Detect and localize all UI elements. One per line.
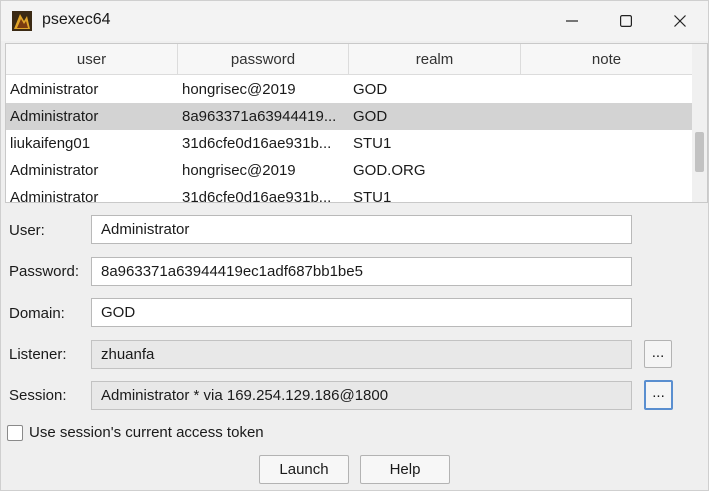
cell-realm: STU1	[353, 135, 392, 152]
cell-realm: GOD.ORG	[353, 162, 426, 179]
window-title: psexec64	[42, 11, 111, 28]
help-button[interactable]: Help	[360, 455, 450, 484]
table-row[interactable]: liukaifeng01 31d6cfe0d16ae931b... STU1	[6, 130, 692, 157]
listener-label: Listener:	[9, 346, 67, 363]
cell-password: 31d6cfe0d16ae931b...	[182, 189, 332, 203]
table-row[interactable]: Administrator 31d6cfe0d16ae931b... STU1	[6, 184, 692, 203]
cell-user: liukaifeng01	[10, 135, 91, 152]
use-token-checkbox[interactable]	[7, 425, 23, 441]
credentials-table[interactable]: user password realm note Administrator h…	[5, 43, 708, 203]
column-header-note[interactable]: note	[521, 44, 692, 75]
column-header-user[interactable]: user	[6, 44, 178, 75]
maximize-icon	[620, 15, 632, 27]
close-icon	[674, 15, 686, 27]
psexec-dialog: psexec64 user password realm note Admini…	[0, 0, 709, 491]
cell-note	[525, 184, 690, 202]
password-label: Password:	[9, 263, 80, 280]
app-icon	[12, 11, 32, 31]
cell-password: hongrisec@2019	[182, 162, 296, 179]
domain-label: Domain:	[9, 305, 65, 322]
maximize-button[interactable]	[603, 1, 649, 41]
cell-password: 31d6cfe0d16ae931b...	[182, 135, 332, 152]
cell-password: hongrisec@2019	[182, 81, 296, 98]
column-header-realm[interactable]: realm	[349, 44, 521, 75]
cell-note	[525, 76, 690, 103]
minimize-icon	[566, 20, 578, 22]
cell-user: Administrator	[10, 162, 99, 179]
use-token-label[interactable]: Use session's current access token	[29, 424, 264, 441]
minimize-button[interactable]	[549, 1, 595, 41]
table-row-selected[interactable]: Administrator 8a963371a63944419... GOD	[6, 103, 692, 130]
cell-note	[525, 103, 690, 130]
table-header: user password realm note	[6, 44, 692, 75]
cell-realm: GOD	[353, 108, 388, 125]
scrollbar-thumb[interactable]	[695, 132, 704, 172]
user-label: User:	[9, 222, 45, 239]
cell-password: 8a963371a63944419...	[182, 108, 337, 125]
session-label: Session:	[9, 387, 67, 404]
table-scrollbar[interactable]	[692, 44, 707, 202]
cell-user: Administrator	[10, 108, 99, 125]
cell-realm: STU1	[353, 189, 392, 203]
password-field[interactable]: 8a963371a63944419ec1adf687bb1be5	[91, 257, 632, 286]
cell-realm: GOD	[353, 81, 388, 98]
title-bar: psexec64	[1, 1, 708, 41]
cell-note	[525, 157, 690, 184]
table-row[interactable]: Administrator hongrisec@2019 GOD	[6, 76, 692, 103]
session-browse-button[interactable]: ...	[644, 380, 673, 410]
column-header-password[interactable]: password	[178, 44, 349, 75]
user-field[interactable]: Administrator	[91, 215, 632, 244]
cell-user: Administrator	[10, 81, 99, 98]
session-field: Administrator * via 169.254.129.186@1800	[91, 381, 632, 410]
cell-note	[525, 130, 690, 157]
cell-user: Administrator	[10, 189, 99, 203]
table-row[interactable]: Administrator hongrisec@2019 GOD.ORG	[6, 157, 692, 184]
close-button[interactable]	[657, 1, 703, 41]
launch-button[interactable]: Launch	[259, 455, 349, 484]
listener-browse-button[interactable]: ...	[644, 340, 672, 368]
listener-field: zhuanfa	[91, 340, 632, 369]
domain-field[interactable]: GOD	[91, 298, 632, 327]
